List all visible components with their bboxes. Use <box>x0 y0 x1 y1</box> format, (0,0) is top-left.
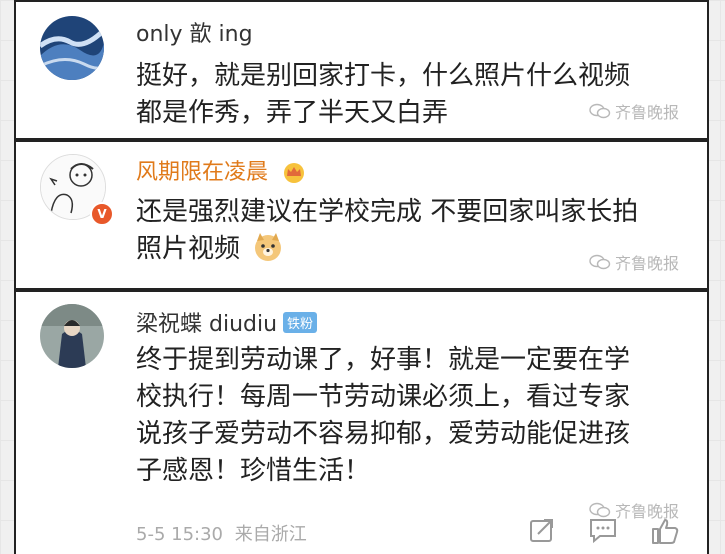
username[interactable]: only 歆 ing <box>136 16 253 48</box>
location: 来自浙江 <box>234 524 307 545</box>
comment-icon <box>590 519 616 544</box>
comment-card-3: 梁祝蝶 diudiu 铁粉 终于提到劳动课了，好事！就是一定要在学 校执行！每周一… <box>14 290 709 554</box>
watermark: 齐鲁晚报 <box>589 99 679 123</box>
fan-badge: 铁粉 <box>283 312 318 333</box>
share-button[interactable] <box>528 516 556 548</box>
crown-icon <box>284 163 305 183</box>
comment-text: 挺好，就是别回家打卡，什么照片什么视频 都是作秀，弄了半天又白弄 <box>136 61 631 128</box>
comment-card-2: V 风期限在凌晨 还是强烈建议在学校完成 不要回家叫家长拍 照片视频 齐鲁晚报 <box>14 140 709 290</box>
wechat-icon <box>589 254 611 270</box>
share-icon <box>530 519 553 542</box>
username[interactable]: 风期限在凌晨 <box>136 154 307 186</box>
avatar[interactable] <box>40 304 104 368</box>
avatar[interactable] <box>40 16 104 80</box>
timestamp: 5-5 15:30 <box>136 524 223 545</box>
comment-card-1: only 歆 ing 挺好，就是别回家打卡，什么照片什么视频 都是作秀，弄了半天… <box>14 0 709 140</box>
like-icon <box>652 519 679 544</box>
comment-button[interactable] <box>588 516 618 548</box>
verified-badge: V <box>90 202 114 226</box>
doge-emoji <box>255 233 282 261</box>
username[interactable]: 梁祝蝶 diudiu 铁粉 <box>136 306 318 338</box>
watermark: 齐鲁晚报 <box>589 250 679 274</box>
comment-text: 终于提到劳动课了，好事！就是一定要在学 校执行！每周一节劳动课必须上，看过专家 … <box>136 345 631 486</box>
comment-text: 还是强烈建议在学校完成 不要回家叫家长拍 照片视频 <box>136 197 639 264</box>
wechat-icon <box>589 103 611 119</box>
comment-meta: 5-5 15:30 来自浙江 <box>136 520 307 546</box>
like-button[interactable] <box>650 516 680 550</box>
